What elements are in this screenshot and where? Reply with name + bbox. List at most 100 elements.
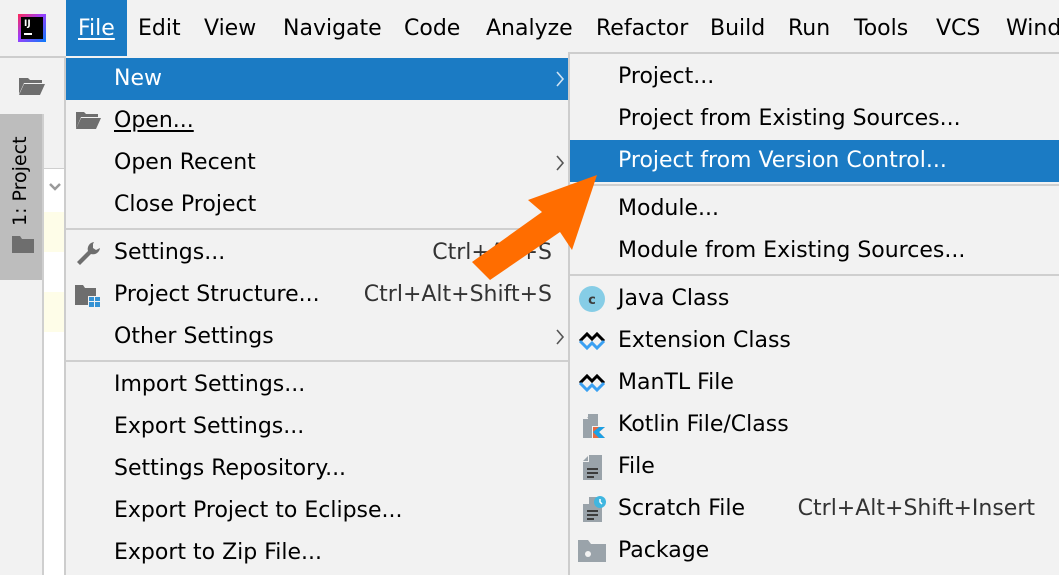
menubar: IJ File Edit View Navigate Code Analyze … bbox=[0, 0, 1059, 56]
tree-row-highlight bbox=[44, 212, 66, 252]
new-package[interactable]: Package bbox=[570, 530, 1059, 572]
menu-item-label: Settings... bbox=[114, 240, 226, 265]
menu-item-shortcut: Ctrl+Alt+Shift+S bbox=[363, 282, 552, 307]
tree-row-highlight bbox=[44, 292, 66, 332]
menu-item-label: Open... bbox=[114, 108, 194, 133]
new-mantl-file[interactable]: ManTL File bbox=[570, 362, 1059, 404]
menu-navigate[interactable]: Navigate bbox=[271, 0, 394, 56]
menu-tools-label: Tools bbox=[854, 16, 909, 41]
project-structure-icon bbox=[75, 285, 100, 307]
menu-refactor-label: Refactor bbox=[596, 16, 689, 41]
file-menu-open[interactable]: Open... bbox=[66, 100, 570, 142]
menu-item-label: Module from Existing Sources... bbox=[618, 238, 966, 263]
file-menu: New Open... Open Recent Close Project Se… bbox=[64, 56, 572, 575]
chevron-right-icon bbox=[556, 155, 565, 171]
menu-tools[interactable]: Tools bbox=[842, 0, 920, 56]
new-scratch-file[interactable]: Scratch File Ctrl+Alt+Shift+Insert bbox=[570, 488, 1059, 530]
menu-analyze[interactable]: Analyze bbox=[474, 0, 585, 56]
new-kotlin-file[interactable]: Kotlin File/Class bbox=[570, 404, 1059, 446]
menu-item-shortcut: Ctrl+Alt+Shift+Insert bbox=[797, 496, 1035, 521]
file-menu-open-recent[interactable]: Open Recent bbox=[66, 142, 570, 184]
menu-item-label: Scratch File bbox=[618, 496, 746, 521]
menu-separator bbox=[570, 274, 1059, 276]
menu-item-label: Project from Existing Sources... bbox=[618, 106, 961, 131]
menu-item-label: ManTL File bbox=[618, 370, 734, 395]
menu-edit[interactable]: Edit bbox=[126, 0, 193, 56]
menu-item-shortcut: Ctrl+Alt+S bbox=[432, 240, 552, 265]
manifold-icon bbox=[578, 373, 606, 393]
menu-item-label: File bbox=[618, 454, 655, 479]
menu-vcs-label: VCS bbox=[936, 16, 981, 41]
new-submenu: Project... Project from Existing Sources… bbox=[568, 52, 1059, 575]
kotlin-file-icon bbox=[583, 414, 605, 438]
menu-refactor[interactable]: Refactor bbox=[584, 0, 700, 56]
file-menu-project-structure[interactable]: Project Structure... Ctrl+Alt+Shift+S bbox=[66, 274, 570, 316]
file-menu-close-project[interactable]: Close Project bbox=[66, 184, 570, 226]
new-project-from-vcs[interactable]: Project from Version Control... bbox=[570, 140, 1059, 182]
menu-item-label: Package bbox=[618, 538, 710, 563]
wrench-icon bbox=[77, 242, 100, 265]
file-icon bbox=[583, 455, 602, 480]
menu-separator bbox=[66, 228, 570, 230]
file-menu-new[interactable]: New bbox=[66, 58, 570, 100]
file-menu-settings[interactable]: Settings... Ctrl+Alt+S bbox=[66, 232, 570, 274]
folder-icon bbox=[12, 236, 34, 253]
menu-run[interactable]: Run bbox=[776, 0, 842, 56]
java-class-icon: c bbox=[579, 286, 605, 312]
chevron-right-icon bbox=[556, 71, 565, 87]
menu-separator bbox=[570, 184, 1059, 186]
scratch-file-icon bbox=[583, 496, 606, 522]
file-menu-other-settings[interactable]: Other Settings bbox=[66, 316, 570, 358]
project-tool-tab-label: 1: Project bbox=[9, 136, 31, 226]
package-icon bbox=[578, 540, 606, 562]
file-menu-import-settings[interactable]: Import Settings... bbox=[66, 364, 570, 406]
menu-item-label: Export Settings... bbox=[114, 414, 305, 439]
new-module-existing-sources[interactable]: Module from Existing Sources... bbox=[570, 230, 1059, 272]
folder-open-icon bbox=[76, 112, 101, 129]
menu-separator bbox=[66, 360, 570, 362]
menu-item-label: Project... bbox=[618, 64, 715, 89]
file-menu-settings-repository[interactable]: Settings Repository... bbox=[66, 448, 570, 490]
menu-run-label: Run bbox=[788, 16, 831, 41]
svg-text:c: c bbox=[588, 293, 596, 308]
manifold-icon bbox=[578, 331, 606, 351]
menu-item-label: Open Recent bbox=[114, 150, 256, 175]
menu-file-label: File bbox=[78, 16, 115, 41]
menu-view-label: View bbox=[204, 16, 257, 41]
chevron-right-icon bbox=[556, 329, 565, 345]
menu-item-label: Export Project to Eclipse... bbox=[114, 498, 403, 523]
new-module[interactable]: Module... bbox=[570, 188, 1059, 230]
new-project[interactable]: Project... bbox=[570, 56, 1059, 98]
open-folder-toolbar-icon[interactable] bbox=[18, 76, 46, 96]
logo-text: IJ bbox=[24, 19, 31, 29]
menu-code[interactable]: Code bbox=[392, 0, 472, 56]
new-java-class[interactable]: c Java Class bbox=[570, 278, 1059, 320]
menu-item-label: Module... bbox=[618, 196, 719, 221]
menu-build[interactable]: Build bbox=[698, 0, 777, 56]
menu-window[interactable]: Wind bbox=[994, 0, 1059, 56]
menu-window-label: Wind bbox=[1006, 16, 1059, 41]
menu-item-label: Extension Class bbox=[618, 328, 791, 353]
file-menu-export-settings[interactable]: Export Settings... bbox=[66, 406, 570, 448]
project-tree-header bbox=[44, 114, 66, 169]
new-extension-class[interactable]: Extension Class bbox=[570, 320, 1059, 362]
new-file[interactable]: File bbox=[570, 446, 1059, 488]
menu-build-label: Build bbox=[710, 16, 766, 41]
menu-item-label: Import Settings... bbox=[114, 372, 306, 397]
menu-item-label: Java Class bbox=[618, 286, 730, 311]
menu-item-label: Project Structure... bbox=[114, 282, 320, 307]
menu-item-label: Project from Version Control... bbox=[618, 148, 947, 173]
new-project-existing-sources[interactable]: Project from Existing Sources... bbox=[570, 98, 1059, 140]
menu-view[interactable]: View bbox=[192, 0, 268, 56]
menu-code-label: Code bbox=[404, 16, 461, 41]
menu-vcs[interactable]: VCS bbox=[924, 0, 992, 56]
menu-item-label: Other Settings bbox=[114, 324, 274, 349]
file-menu-export-eclipse[interactable]: Export Project to Eclipse... bbox=[66, 490, 570, 532]
menu-edit-label: Edit bbox=[138, 16, 181, 41]
intellij-logo-icon: IJ bbox=[18, 14, 46, 42]
menu-item-label: Export to Zip File... bbox=[114, 540, 323, 565]
file-menu-export-zip[interactable]: Export to Zip File... bbox=[66, 532, 570, 574]
menu-item-label: New bbox=[114, 66, 162, 91]
menu-file[interactable]: File bbox=[66, 0, 127, 56]
chevron-down-icon[interactable] bbox=[48, 180, 62, 194]
